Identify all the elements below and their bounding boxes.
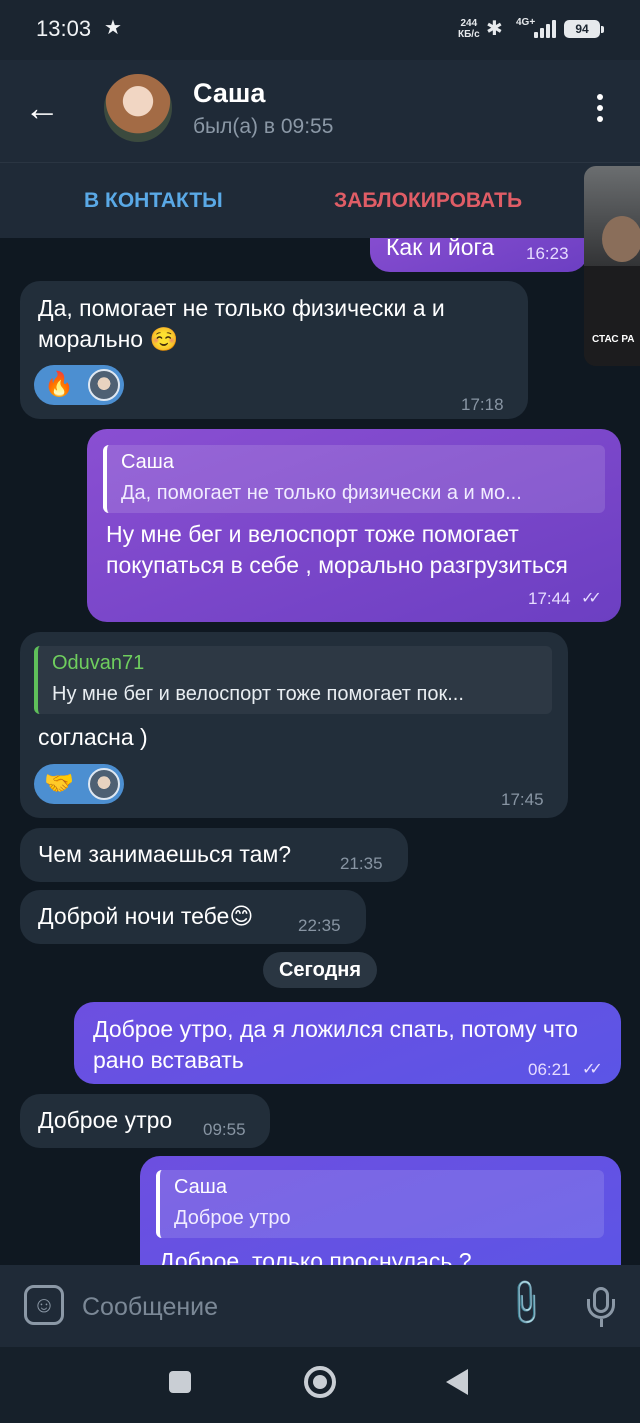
recents-icon[interactable] [169, 1371, 191, 1393]
pip-person [602, 216, 640, 262]
reply-text: Ну мне бег и велоспорт тоже помогает пок… [52, 683, 464, 705]
message-time: 16:23 [526, 244, 569, 263]
back-arrow-icon[interactable]: ← [24, 88, 68, 132]
attach-icon[interactable]: 📎 [495, 1275, 554, 1334]
message-text: согласна ) [38, 724, 148, 750]
message-time: 17:44 [528, 589, 571, 608]
reaction-avatar [88, 768, 120, 800]
message-text: Как и йога [386, 238, 495, 260]
reply-quote[interactable]: Oduvan71 Ну мне бег и велоспорт тоже пом… [34, 646, 552, 714]
contact-action-bar: В КОНТАКТЫ ЗАБЛОКИРОВАТЬ [0, 162, 640, 238]
last-seen-status: был(а) в 09:55 [193, 115, 334, 138]
reply-author: Саша [174, 1176, 227, 1198]
incoming-message[interactable]: Oduvan71 Ну мне бег и велоспорт тоже пом… [20, 632, 568, 818]
message-time: 22:35 [298, 916, 341, 935]
reply-quote[interactable]: Саша Доброе утро [156, 1170, 604, 1238]
chat-title[interactable]: Саша [193, 78, 265, 109]
network-speed-unit: КБ/с [458, 29, 480, 40]
message-text: Доброе, только проснулась ? [159, 1248, 472, 1265]
message-time: 17:45 [501, 790, 544, 809]
back-icon[interactable] [446, 1369, 468, 1395]
emoji-icon[interactable]: ☺ [24, 1285, 64, 1325]
battery-icon: 94 [564, 20, 604, 38]
avatar[interactable] [104, 74, 172, 142]
more-vert-icon[interactable] [590, 94, 610, 126]
outgoing-message[interactable]: Саша Доброе утро Доброе, только проснула… [140, 1156, 621, 1265]
incoming-message[interactable]: Доброй ночи тебе😊 22:35 [20, 890, 366, 944]
status-time: 13:03 [36, 16, 92, 41]
network-speed: 244 КБ/с [458, 18, 480, 40]
incoming-message[interactable]: Да, помогает не только физически а и мор… [20, 281, 528, 419]
pip-video-overlay[interactable]: СТАС РА [584, 166, 640, 366]
microphone-icon[interactable] [582, 1285, 620, 1329]
outgoing-message[interactable]: Доброе утро, да я ложился спать, потому … [74, 1002, 621, 1084]
message-time: 17:18 [461, 395, 504, 414]
message-composer: ☺ 📎 [0, 1265, 640, 1347]
message-text: Чем занимаешься там? [38, 841, 292, 867]
reply-quote[interactable]: Саша Да, помогает не только физически а … [103, 445, 605, 513]
reaction-emoji: 🤝 [44, 770, 74, 797]
home-icon[interactable] [304, 1366, 336, 1398]
incoming-message[interactable]: Доброе утро 09:55 [20, 1094, 270, 1148]
star-icon: ★ [104, 17, 122, 39]
reaction-chip[interactable]: 🔥 [34, 365, 124, 405]
message-list[interactable]: Как и йога 16:23 Да, помогает не только … [0, 238, 640, 1265]
status-bar: 13:03 ★ 244 КБ/с ✱ 4G+ 94 [0, 0, 640, 60]
pip-label: СТАС РА [592, 334, 635, 345]
outgoing-message[interactable]: Как и йога 16:23 [370, 238, 588, 272]
message-time: 09:55 [203, 1120, 246, 1139]
add-contact-button[interactable]: В КОНТАКТЫ [84, 189, 223, 213]
read-ticks-icon: ✓✓ [581, 590, 602, 607]
read-ticks-icon: ✓✓ [582, 1061, 603, 1078]
message-text: Доброе утро [38, 1107, 173, 1133]
reply-author: Oduvan71 [52, 652, 145, 674]
reply-author: Саша [121, 451, 174, 473]
network-speed-value: 244 [460, 18, 478, 29]
block-user-button[interactable]: ЗАБЛОКИРОВАТЬ [334, 189, 522, 213]
message-time: 21:35 [340, 854, 383, 873]
system-nav-bar [0, 1347, 640, 1423]
chat-header: ← Саша был(а) в 09:55 [0, 60, 640, 162]
message-text: Ну мне бег и велоспорт тоже помогает пок… [106, 521, 568, 578]
date-separator: Сегодня [263, 952, 377, 988]
reaction-emoji: 🔥 [44, 371, 74, 398]
message-input[interactable] [82, 1287, 482, 1327]
reaction-avatar [88, 369, 120, 401]
reaction-chip[interactable]: 🤝 [34, 764, 124, 804]
signal-icon [530, 20, 556, 38]
reply-text: Да, помогает не только физически а и мо.… [121, 482, 522, 504]
bluetooth-icon: ✱ [486, 18, 503, 40]
outgoing-message[interactable]: Саша Да, помогает не только физически а … [87, 429, 621, 622]
incoming-message[interactable]: Чем занимаешься там? 21:35 [20, 828, 408, 882]
message-text: Да, помогает не только физически а и мор… [38, 295, 445, 352]
reply-text: Доброе утро [174, 1207, 291, 1229]
message-text: Доброй ночи тебе😊 [38, 903, 254, 929]
message-time: 06:21 [528, 1060, 571, 1079]
